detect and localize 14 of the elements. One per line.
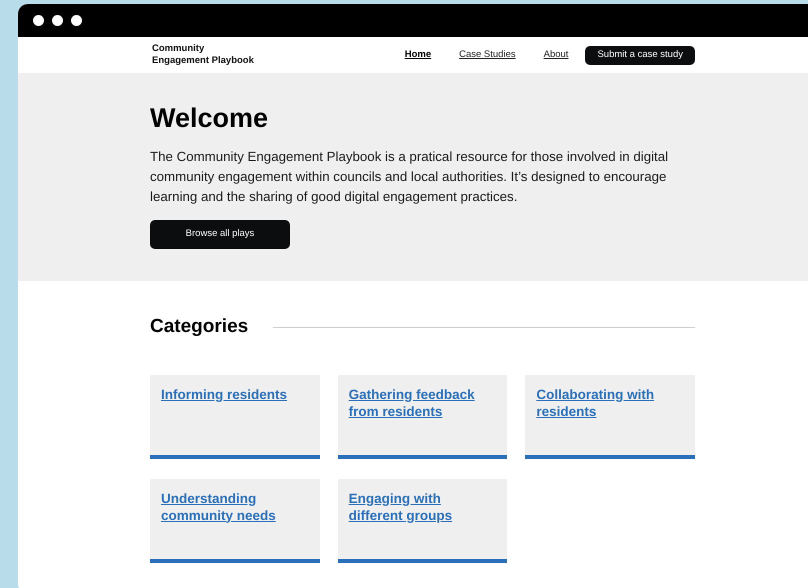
nav-link[interactable]: Home — [404, 48, 432, 62]
categories-heading: Categories — [150, 315, 248, 339]
submit-case-study-button[interactable]: Submit a case study — [585, 46, 695, 64]
welcome-heading: Welcome — [150, 102, 270, 135]
browse-plays-button[interactable]: Browse all plays — [150, 220, 290, 249]
site-title: Community Engagement Playbook — [152, 43, 255, 67]
nav-link[interactable]: Case Studies — [459, 48, 516, 62]
intro-paragraph: The Community Engagement Playbook is a pratical resource for those involved in digital community engagement within councils and local authorities. It’s designed to encourage learning and the sharing of good digital engagement practices. — [150, 148, 670, 206]
nav-link[interactable]: About — [544, 48, 568, 62]
category-card[interactable]: Gathering feedback from residents — [338, 374, 508, 458]
category-card[interactable]: Understanding community needs — [150, 478, 320, 562]
category-card[interactable]: Collaborating with residents — [525, 374, 695, 458]
category-card[interactable]: Informing residents — [150, 374, 320, 458]
category-card[interactable]: Engaging with different groups — [338, 478, 508, 562]
